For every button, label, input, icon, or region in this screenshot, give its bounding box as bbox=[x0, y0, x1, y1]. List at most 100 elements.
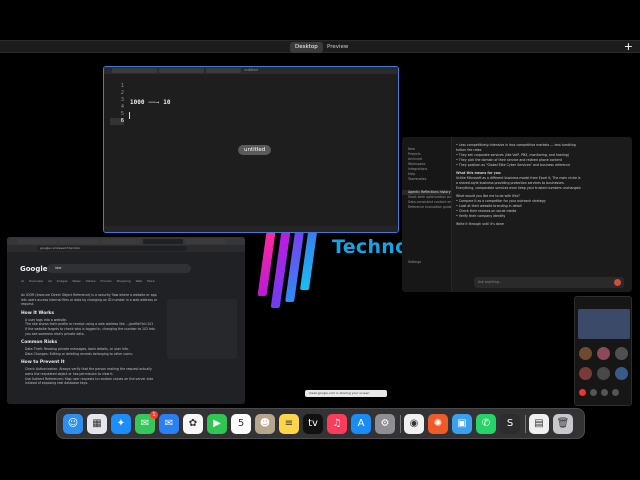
music-glyph: ♫ bbox=[332, 418, 342, 429]
dock: ☺ ▦ ✦ ✉ 1 ✉ ✿ ▶ 5 ☻ ≡ tv ♫ A ⚙ ◉ ✺ ▣ ✆ S ▤ 🗑 bbox=[56, 408, 585, 439]
chrome-icon[interactable]: ◉ bbox=[404, 414, 424, 434]
finder-glyph: ☺ bbox=[67, 418, 79, 429]
ai-overview: An IDOR (Insecure Direct Object Referenc… bbox=[21, 293, 161, 386]
music-icon[interactable]: ♫ bbox=[327, 414, 347, 434]
sidebar-item[interactable]: Reference evaluation guide bbox=[402, 205, 451, 210]
sidebar-item-settings[interactable]: Settings bbox=[402, 260, 451, 265]
line-number: 4 bbox=[120, 104, 124, 110]
mail-icon[interactable]: ✉ bbox=[159, 414, 179, 434]
desktop-screen: Desktop Preview + Techno untitled 1 2 3 … bbox=[0, 0, 640, 480]
end-call-icon[interactable] bbox=[579, 389, 586, 396]
browser-tab[interactable] bbox=[143, 239, 183, 244]
dock-separator bbox=[525, 415, 526, 433]
avatar[interactable] bbox=[579, 367, 592, 380]
browser-tab[interactable] bbox=[17, 239, 57, 244]
trash-glyph: 🗑 bbox=[556, 418, 570, 429]
video-preview bbox=[578, 309, 630, 339]
call-window[interactable] bbox=[574, 296, 632, 406]
google-logo[interactable]: Google bbox=[20, 265, 48, 273]
avatar[interactable] bbox=[615, 367, 628, 380]
preview-icon[interactable]: ▣ bbox=[452, 414, 472, 434]
list-item: Data Changes: Editing or deleting record… bbox=[25, 351, 133, 356]
screen-share-notice[interactable]: meet.google.com is sharing your screen bbox=[305, 390, 387, 397]
dock-separator bbox=[400, 415, 401, 433]
calendar-icon[interactable]: 5 bbox=[231, 414, 251, 434]
photos-glyph: ✿ bbox=[188, 418, 198, 429]
chrome-glyph: ◉ bbox=[409, 418, 419, 429]
window-label: untitled bbox=[238, 145, 272, 155]
apple-tv-glyph: tv bbox=[308, 418, 318, 429]
line-number-active: 6 bbox=[110, 118, 124, 125]
chat-window[interactable]: New Projects Archived Workspace Integrat… bbox=[402, 137, 632, 292]
apple-tv-icon[interactable]: tv bbox=[303, 414, 323, 434]
section-heading: How to Prevent It bbox=[21, 360, 65, 366]
send-icon[interactable] bbox=[614, 279, 621, 286]
finder-icon[interactable]: ☺ bbox=[63, 414, 83, 434]
contacts-icon[interactable]: ☻ bbox=[255, 414, 275, 434]
sublime-text-icon[interactable]: S bbox=[500, 414, 520, 434]
notes-icon[interactable]: ≡ bbox=[279, 414, 299, 434]
avatar[interactable] bbox=[597, 347, 610, 360]
editor-titlebar[interactable]: untitled bbox=[104, 67, 398, 74]
trash-icon[interactable]: 🗑 bbox=[553, 414, 573, 434]
sublime-text-glyph: S bbox=[506, 418, 514, 429]
chat-input[interactable]: Ask anything... bbox=[474, 277, 624, 288]
contacts-glyph: ☻ bbox=[259, 418, 271, 429]
notification-badge: 1 bbox=[150, 411, 158, 419]
editor-value-right: 10 bbox=[163, 99, 171, 106]
system-settings-icon[interactable]: ⚙ bbox=[375, 414, 395, 434]
section-heading: Common Risks bbox=[21, 340, 58, 346]
mute-icon[interactable] bbox=[590, 389, 597, 396]
whatsapp-glyph: ✆ bbox=[481, 418, 491, 429]
line-number: 2 bbox=[120, 90, 124, 96]
text-cursor bbox=[129, 112, 130, 119]
browser-toolbar: google.com/search?q=idor bbox=[7, 245, 245, 252]
messages-icon[interactable]: ✉ 1 bbox=[135, 411, 158, 434]
browser-window[interactable]: google.com/search?q=idor Google idor AI … bbox=[7, 237, 245, 404]
address-bar[interactable]: google.com/search?q=idor bbox=[37, 246, 187, 251]
more-icon[interactable] bbox=[612, 389, 619, 396]
line-number: 3 bbox=[120, 97, 124, 103]
editor-value-left: 1000 bbox=[130, 99, 145, 106]
notes-glyph: ≡ bbox=[284, 418, 294, 429]
browser-tab[interactable] bbox=[101, 239, 141, 244]
chat-conversation: • Less competitively-intensive in less c… bbox=[456, 143, 628, 272]
avatar[interactable] bbox=[579, 347, 592, 360]
avatar[interactable] bbox=[615, 347, 628, 360]
space-tab-desktop[interactable]: Desktop bbox=[290, 42, 323, 53]
facetime-icon[interactable]: ▶ bbox=[207, 414, 227, 434]
browser-tab[interactable] bbox=[59, 239, 99, 244]
app-store-glyph: A bbox=[357, 418, 365, 429]
pinwheel-app-icon[interactable]: ✺ bbox=[428, 414, 448, 434]
pinwheel-app-glyph: ✺ bbox=[433, 418, 443, 429]
search-tabs[interactable]: AI Overview All Images News Videos Forum… bbox=[21, 279, 155, 283]
space-tab-preview[interactable]: Preview bbox=[322, 42, 353, 53]
list-item: If the website forgets to check who is l… bbox=[25, 326, 155, 336]
spaces-bar: Desktop Preview + bbox=[0, 40, 640, 53]
editor-text-line[interactable]: 1000 ——→ 10 bbox=[130, 99, 171, 106]
whatsapp-icon[interactable]: ✆ bbox=[476, 414, 496, 434]
add-space-button[interactable]: + bbox=[624, 41, 633, 53]
arrow-icon: ——→ bbox=[148, 99, 160, 106]
chat-line: Write it through until it's done bbox=[456, 222, 504, 226]
camera-icon[interactable] bbox=[601, 389, 608, 396]
photos-icon[interactable]: ✿ bbox=[183, 414, 203, 434]
section-heading: How It Works bbox=[21, 310, 54, 316]
launchpad-icon[interactable]: ▦ bbox=[87, 414, 107, 434]
browser-tab-strip bbox=[7, 237, 245, 245]
facetime-glyph: ▶ bbox=[213, 418, 221, 429]
preview-glyph: ▣ bbox=[457, 418, 467, 429]
source-panel[interactable] bbox=[167, 299, 237, 359]
editor-status-bar bbox=[104, 226, 398, 232]
safari-icon[interactable]: ✦ bbox=[111, 414, 131, 434]
app-store-icon[interactable]: A bbox=[351, 414, 371, 434]
avatar[interactable] bbox=[597, 367, 610, 380]
document-icon[interactable]: ▤ bbox=[529, 414, 549, 434]
search-input[interactable]: idor bbox=[47, 264, 191, 273]
line-number: 5 bbox=[120, 111, 124, 117]
browser-tab[interactable] bbox=[185, 239, 225, 244]
list-item: Use Indirect References: Map user reques… bbox=[25, 376, 154, 386]
launchpad-glyph: ▦ bbox=[92, 418, 102, 429]
editor-gutter: 1 2 3 4 5 6 bbox=[110, 83, 124, 125]
line-number: 1 bbox=[120, 83, 124, 89]
